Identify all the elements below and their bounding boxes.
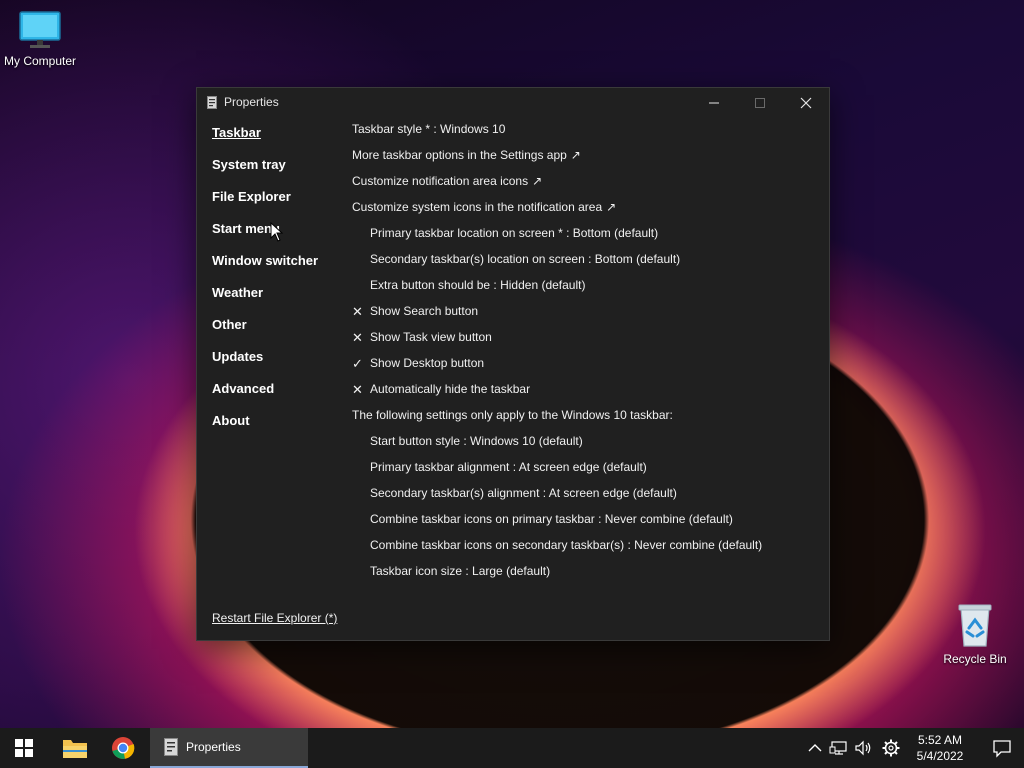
- setting-combine-secondary-icons[interactable]: Combine taskbar icons on secondary taskb…: [352, 538, 812, 564]
- taskbar-settings-list: Taskbar style * : Windows 10 More taskba…: [352, 122, 812, 590]
- window-title: Properties: [224, 95, 279, 109]
- checkmark-icon: ✓: [352, 356, 363, 371]
- recycle-bin-desktop-icon[interactable]: Recycle Bin: [935, 602, 1015, 666]
- external-link-icon: ↗: [570, 148, 581, 162]
- sidebar-item-advanced[interactable]: Advanced: [212, 381, 332, 413]
- setting-secondary-taskbar-alignment[interactable]: Secondary taskbar(s) alignment : At scre…: [352, 486, 812, 512]
- chrome-icon: [112, 737, 135, 759]
- sidebar-item-window-switcher[interactable]: Window switcher: [212, 253, 332, 285]
- volume-tray-button[interactable]: [853, 738, 873, 758]
- chevron-up-icon: [808, 744, 822, 752]
- setting-show-desktop-button[interactable]: ✓ Show Desktop button: [352, 356, 812, 382]
- sidebar-item-file-explorer[interactable]: File Explorer: [212, 189, 332, 221]
- properties-app-icon: [207, 96, 217, 109]
- setting-customize-system-icons-link[interactable]: Customize system icons in the notificati…: [352, 200, 812, 226]
- recycle-bin-icon: [958, 604, 992, 647]
- windows-start-icon: [15, 739, 33, 757]
- clock-time: 5:52 AM: [917, 733, 963, 747]
- network-icon: [829, 741, 847, 755]
- network-tray-button[interactable]: [829, 738, 849, 758]
- properties-window: Properties Taskbar System tray File Expl…: [196, 87, 830, 641]
- my-computer-desktop-icon[interactable]: My Computer: [0, 10, 80, 68]
- sidebar-item-weather[interactable]: Weather: [212, 285, 332, 317]
- taskbar: Properties 5:52 AM 5/4/2022: [0, 728, 1024, 768]
- properties-taskbar-button[interactable]: Properties: [150, 728, 308, 768]
- external-link-icon: ↗: [606, 200, 617, 214]
- volume-icon: [855, 740, 871, 756]
- setting-primary-taskbar-alignment[interactable]: Primary taskbar alignment : At screen ed…: [352, 460, 812, 486]
- close-button[interactable]: [783, 88, 829, 118]
- setting-show-task-view-button[interactable]: ✕ Show Task view button: [352, 330, 812, 356]
- setting-extra-button[interactable]: Extra button should be : Hidden (default…: [352, 278, 812, 304]
- external-link-icon: ↗: [532, 174, 543, 188]
- setting-auto-hide-taskbar[interactable]: ✕ Automatically hide the taskbar: [352, 382, 812, 408]
- setting-primary-taskbar-location[interactable]: Primary taskbar location on screen * : B…: [352, 226, 812, 252]
- restart-file-explorer-link[interactable]: Restart File Explorer (*): [212, 611, 337, 625]
- setting-combine-primary-icons[interactable]: Combine taskbar icons on primary taskbar…: [352, 512, 812, 538]
- my-computer-label: My Computer: [3, 54, 77, 68]
- setting-start-button-style[interactable]: Start button style : Windows 10 (default…: [352, 434, 812, 460]
- sidebar-item-about[interactable]: About: [212, 413, 332, 445]
- minimize-icon: [709, 102, 719, 104]
- sidebar-item-other[interactable]: Other: [212, 317, 332, 349]
- setting-show-search-button[interactable]: ✕ Show Search button: [352, 304, 812, 330]
- clock-date: 5/4/2022: [916, 749, 964, 763]
- windows10-section-heading: The following settings only apply to the…: [352, 408, 673, 422]
- maximize-icon: [755, 98, 765, 108]
- properties-app-icon: [164, 738, 178, 756]
- monitor-icon: [19, 11, 61, 48]
- setting-taskbar-icon-size[interactable]: Taskbar icon size : Large (default): [352, 564, 812, 590]
- sidebar-item-updates[interactable]: Updates: [212, 349, 332, 381]
- settings-sidebar: Taskbar System tray File Explorer Start …: [212, 125, 332, 445]
- setting-taskbar-style[interactable]: Taskbar style * : Windows 10: [352, 122, 812, 148]
- file-explorer-taskbar-button[interactable]: [52, 728, 96, 768]
- minimize-button[interactable]: [691, 88, 737, 118]
- title-bar[interactable]: Properties: [197, 88, 829, 118]
- setting-customize-notification-icons-link[interactable]: Customize notification area icons ↗: [352, 174, 812, 200]
- show-hidden-icons-button[interactable]: [805, 738, 825, 758]
- unchecked-x-icon: ✕: [352, 304, 363, 319]
- setting-secondary-taskbar-location[interactable]: Secondary taskbar(s) location on screen …: [352, 252, 812, 278]
- maximize-button[interactable]: [737, 88, 783, 118]
- folder-icon: [63, 740, 87, 758]
- settings-tray-button[interactable]: [881, 738, 901, 758]
- gear-icon: [882, 739, 900, 757]
- notification-icon: [993, 740, 1011, 758]
- close-icon: [800, 97, 812, 109]
- unchecked-x-icon: ✕: [352, 330, 363, 345]
- sidebar-item-system-tray[interactable]: System tray: [212, 157, 332, 189]
- recycle-bin-label: Recycle Bin: [943, 652, 1007, 666]
- setting-more-taskbar-options-link[interactable]: More taskbar options in the Settings app…: [352, 148, 812, 174]
- taskbar-button-label: Properties: [186, 740, 241, 754]
- sidebar-item-taskbar[interactable]: Taskbar: [212, 125, 332, 157]
- start-button[interactable]: [0, 728, 48, 768]
- taskbar-clock[interactable]: 5:52 AM 5/4/2022: [905, 732, 975, 764]
- mouse-cursor-icon: [270, 222, 284, 242]
- chrome-taskbar-button[interactable]: [100, 728, 146, 768]
- action-center-button[interactable]: [980, 728, 1024, 768]
- unchecked-x-icon: ✕: [352, 382, 363, 397]
